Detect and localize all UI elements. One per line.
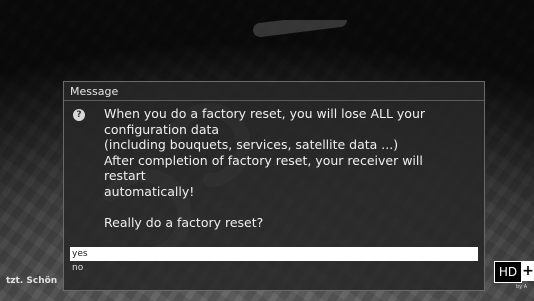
title-divider: [64, 100, 484, 101]
background-channel-text: tzt. Schön: [6, 276, 58, 286]
dialog-message: When you do a factory reset, you will lo…: [104, 106, 426, 230]
corner-text: by A: [516, 284, 528, 290]
plus-badge: +: [522, 261, 534, 281]
tv-screen: Message ? When you do a factory reset, y…: [0, 0, 534, 301]
option-list: yes no: [70, 247, 478, 275]
option-no[interactable]: no: [70, 261, 478, 275]
hd-badge: HD: [494, 261, 522, 283]
option-yes[interactable]: yes: [70, 247, 478, 261]
question-icon: ?: [73, 109, 85, 121]
message-dialog: Message ? When you do a factory reset, y…: [63, 81, 485, 291]
dialog-title: Message: [70, 85, 119, 98]
